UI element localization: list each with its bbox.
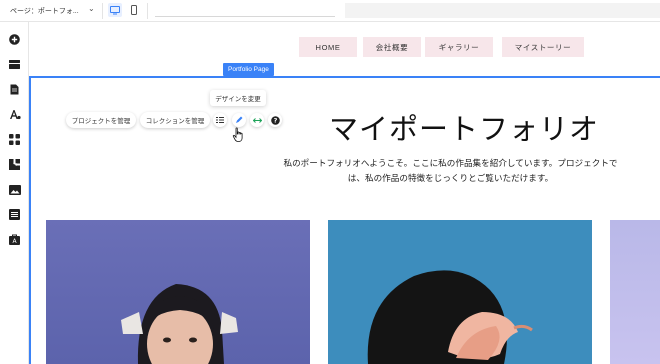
manage-collections-button[interactable]: コレクションを管理	[140, 112, 210, 128]
layout-icon[interactable]	[213, 113, 227, 127]
project-image[interactable]	[46, 220, 310, 364]
manage-projects-button[interactable]: プロジェクトを管理	[66, 112, 136, 128]
section-selection-border-left	[29, 76, 31, 364]
project-image[interactable]	[328, 220, 592, 364]
business-icon[interactable]: A	[8, 233, 21, 246]
pages-icon[interactable]	[8, 83, 21, 96]
nav-item-my-story[interactable]: マイストーリー	[502, 37, 584, 57]
editor-canvas: HOME 会社概要 ギャラリー マイストーリー Portfolio Page マ…	[29, 22, 660, 364]
left-rail: A	[0, 22, 29, 364]
intro-paragraph: 私のポートフォリオへようこそ。ここに私の作品集を紹介しています。プロジェクトでは…	[283, 158, 618, 183]
design-pen-icon[interactable]	[232, 113, 246, 127]
page-title: マイポートフォリオ	[329, 112, 600, 146]
media-icon[interactable]	[8, 183, 21, 196]
menu-icon[interactable]	[8, 58, 21, 71]
page-select-label: ページ：ポートフォ...	[10, 8, 79, 15]
page-select-dropdown[interactable]: ページ：ポートフォ... ⌄	[10, 3, 102, 19]
top-bar: ページ：ポートフォ... ⌄	[0, 0, 660, 22]
help-icon[interactable]: ?	[268, 113, 282, 127]
editor-window: ページ：ポートフォ... ⌄ A HOME 会社概要 ギャラリー マイストーリー…	[0, 0, 660, 364]
section-selection-border	[29, 76, 660, 78]
tooltip: デザインを変更	[210, 90, 266, 106]
nav-item-gallery[interactable]: ギャラリー	[425, 37, 493, 57]
addons-icon[interactable]	[8, 158, 21, 171]
divider	[147, 3, 148, 19]
hand-cursor-icon	[232, 127, 246, 143]
add-icon[interactable]	[8, 33, 21, 46]
desktop-icon[interactable]	[108, 3, 122, 17]
cms-icon[interactable]	[8, 208, 21, 221]
mobile-icon[interactable]	[127, 3, 141, 17]
stretch-icon[interactable]	[250, 113, 264, 127]
top-bar-area	[345, 3, 660, 18]
chevron-down-icon: ⌄	[88, 4, 95, 13]
divider	[102, 3, 103, 19]
apps-icon[interactable]	[8, 133, 21, 146]
design-icon[interactable]	[8, 108, 21, 121]
project-image[interactable]	[610, 220, 660, 364]
svg-text:?: ?	[273, 116, 277, 124]
url-bar[interactable]	[155, 4, 335, 17]
nav-item-about[interactable]: 会社概要	[363, 37, 421, 57]
section-label[interactable]: Portfolio Page	[223, 63, 274, 76]
nav-item-home[interactable]: HOME	[299, 37, 357, 57]
